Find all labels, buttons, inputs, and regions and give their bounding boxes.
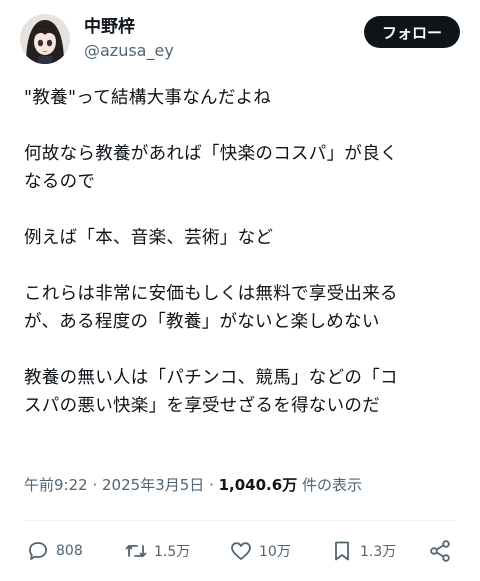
bookmark-count: 1.3万 [360,544,397,560]
reply-count: 808 [56,543,83,559]
post-date[interactable]: 2025年3月5日 [102,476,204,494]
tweet-text: "教養"って結構大事なんだよね 何故なら教養があれば「快楽のコスパ」が良く なる… [24,84,464,420]
share-button[interactable] [428,536,452,566]
follow-button[interactable]: フォロー [364,16,460,48]
tweet-paragraph: 教養の無い人は「パチンコ、競馬」などの「コ スパの悪い快楽」を享受せざるを得ない… [24,368,398,416]
bookmark-icon [335,541,349,561]
retweet-icon [125,544,147,557]
author-handle[interactable]: @azusa_ey [84,41,174,61]
like-button[interactable]: 10万 [229,536,291,566]
reply-icon [29,542,47,560]
views-label: 件の表示 [301,476,362,494]
tweet-paragraph: 例えば「本、音楽、芸術」など [24,228,274,248]
tweet-paragraph: これらは非常に安価もしくは無料で享受出来る が、ある程度の「教養」がないと楽しめ… [24,284,398,332]
like-count: 10万 [259,544,291,560]
post-time[interactable]: 午前9:22 [24,476,88,494]
meta-separator: · [92,476,103,494]
avatar[interactable] [20,14,70,64]
tweet-paragraph: "教養"って結構大事なんだよね [24,88,272,108]
tweet-meta: 午前9:22 · 2025年3月5日 · 1,040.6万 件の表示 [24,474,362,496]
retweet-button[interactable]: 1.5万 [124,536,190,566]
author-name[interactable]: 中野梓 [84,16,135,38]
action-bar: 808 1.5万 10万 1.3万 [24,536,456,566]
tweet-header: 中野梓 @azusa_ey フォロー [20,14,460,66]
like-icon [231,542,251,560]
tweet-paragraph: 何故なら教養があれば「快楽のコスパ」が良く なるので [24,144,398,192]
reply-button[interactable]: 808 [26,536,83,566]
bookmark-button[interactable]: 1.3万 [330,536,396,566]
meta-separator: · [209,476,219,494]
share-icon [430,540,450,562]
view-count: 1,040.6万 [218,476,298,494]
divider [24,520,456,521]
retweet-count: 1.5万 [154,544,191,560]
